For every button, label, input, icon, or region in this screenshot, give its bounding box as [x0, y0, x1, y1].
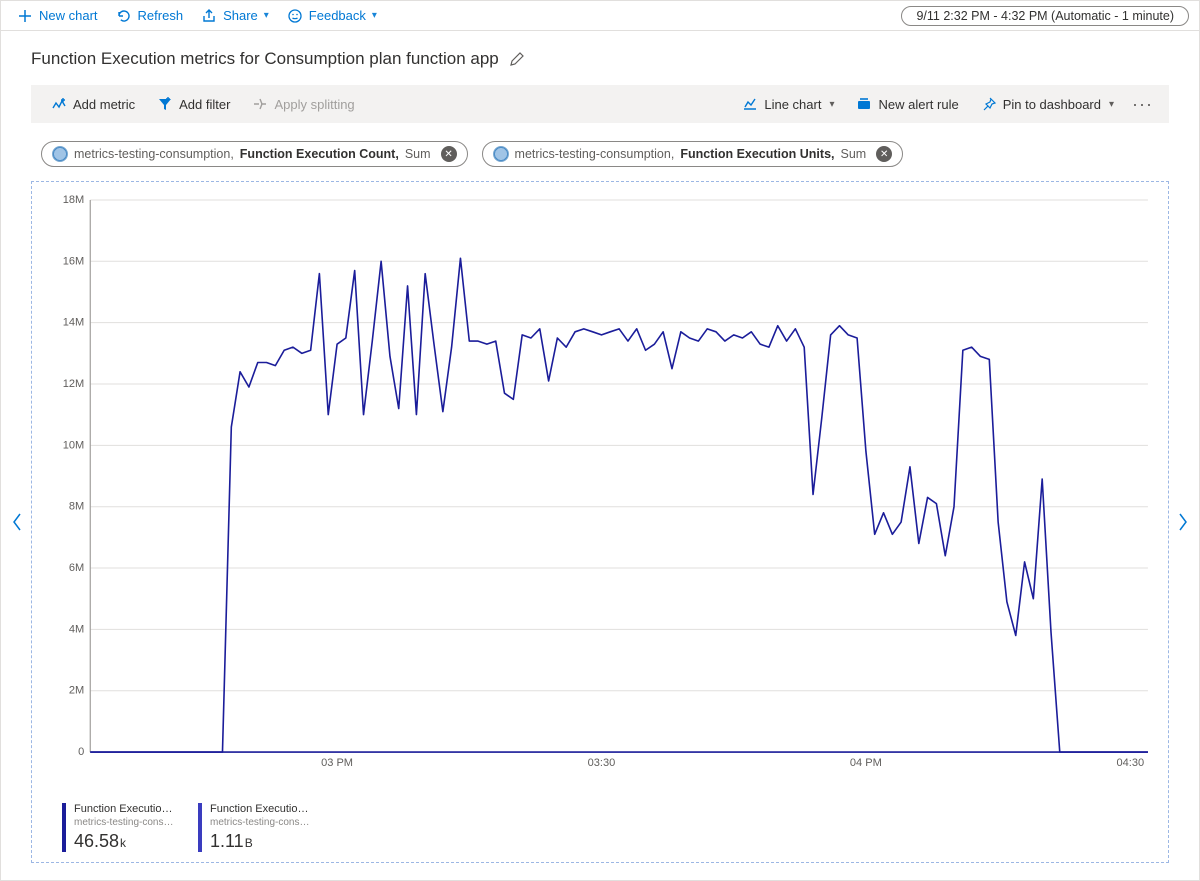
feedback-label: Feedback: [309, 8, 366, 23]
time-range-picker[interactable]: 9/11 2:32 PM - 4:32 PM (Automatic - 1 mi…: [901, 6, 1189, 26]
svg-text:18M: 18M: [63, 194, 85, 206]
plus-icon: [17, 8, 33, 24]
line-chart-icon: [742, 96, 758, 112]
legend-title: Function Execution U…: [210, 803, 314, 817]
feedback-button[interactable]: Feedback ▾: [281, 6, 383, 26]
apply-splitting-label: Apply splitting: [274, 97, 354, 112]
chart-nav-right[interactable]: [1176, 510, 1190, 534]
pencil-icon[interactable]: [509, 51, 525, 67]
chart-type-label: Line chart: [764, 97, 821, 112]
resource-icon: [52, 146, 68, 162]
time-range-label: 9/11 2:32 PM - 4:32 PM (Automatic - 1 mi…: [916, 9, 1174, 23]
pin-to-dashboard-label: Pin to dashboard: [1003, 97, 1101, 112]
legend-color-swatch: [62, 803, 66, 852]
new-chart-button[interactable]: New chart: [11, 6, 104, 26]
svg-text:04 PM: 04 PM: [850, 757, 882, 769]
metric-pill-agg: Sum: [841, 147, 867, 161]
chart-toolbar: Add metric Add filter Apply splitting Li…: [31, 85, 1169, 123]
refresh-button[interactable]: Refresh: [110, 6, 190, 26]
metric-pill-resource: metrics-testing-consumption,: [515, 147, 675, 161]
refresh-icon: [116, 8, 132, 24]
remove-pill-icon[interactable]: ✕: [876, 146, 892, 162]
chart-area[interactable]: 0 2M 4M 6M 8M 10M 12M 14M 16M 18M 03 PM 03:30 04 PM 0…: [31, 181, 1169, 863]
top-toolbar: New chart Refresh Share ▾ Feedback ▾ 9/1…: [1, 1, 1199, 31]
plot-area: 0 2M 4M 6M 8M 10M 12M 14M 16M 18M 03 PM 03:30 04 PM 0…: [42, 190, 1158, 772]
svg-text:4M: 4M: [69, 623, 84, 635]
metric-pill-metric: Function Execution Units,: [680, 147, 834, 161]
metric-pill[interactable]: metrics-testing-consumption, Function Ex…: [41, 141, 468, 167]
svg-text:0: 0: [78, 746, 84, 758]
filter-icon: [157, 96, 173, 112]
svg-text:8M: 8M: [69, 501, 84, 513]
legend-color-swatch: [198, 803, 202, 852]
svg-text:14M: 14M: [63, 317, 85, 329]
legend-value: 46.58k: [74, 830, 178, 853]
add-metric-label: Add metric: [73, 97, 135, 112]
new-chart-label: New chart: [39, 8, 98, 23]
share-icon: [201, 8, 217, 24]
new-alert-rule-button[interactable]: New alert rule: [848, 92, 966, 116]
metric-pill-agg: Sum: [405, 147, 431, 161]
refresh-label: Refresh: [138, 8, 184, 23]
alert-icon: [856, 96, 872, 112]
svg-text:10M: 10M: [63, 439, 85, 451]
new-alert-rule-label: New alert rule: [878, 97, 958, 112]
add-metric-icon: [51, 96, 67, 112]
chevron-down-icon: ▾: [1109, 99, 1114, 110]
remove-pill-icon[interactable]: ✕: [441, 146, 457, 162]
smiley-icon: [287, 8, 303, 24]
chart-type-button[interactable]: Line chart ▾: [734, 92, 842, 116]
page-title: Function Execution metrics for Consumpti…: [31, 49, 499, 69]
legend-subtitle: metrics-testing-cons…: [210, 817, 314, 830]
split-icon: [252, 96, 268, 112]
svg-text:04:30: 04:30: [1116, 757, 1144, 769]
metric-pill-row: metrics-testing-consumption, Function Ex…: [1, 123, 1199, 167]
legend-title: Function Execution C…: [74, 803, 178, 817]
apply-splitting-button: Apply splitting: [244, 92, 362, 116]
legend-item[interactable]: Function Execution U… metrics-testing-co…: [198, 803, 316, 852]
legend-subtitle: metrics-testing-cons…: [74, 817, 178, 830]
chevron-down-icon: ▾: [829, 99, 834, 110]
more-actions-button[interactable]: ···: [1128, 94, 1157, 115]
chevron-left-icon: [11, 512, 23, 532]
chart-nav-left[interactable]: [10, 510, 24, 534]
pin-to-dashboard-button[interactable]: Pin to dashboard ▾: [973, 92, 1122, 116]
metric-pill-metric: Function Execution Count,: [240, 147, 399, 161]
legend-value: 1.11B: [210, 830, 314, 853]
svg-text:12M: 12M: [63, 378, 85, 390]
add-metric-button[interactable]: Add metric: [43, 92, 143, 116]
chevron-down-icon: ▾: [372, 10, 377, 21]
svg-text:16M: 16M: [63, 255, 85, 267]
add-filter-label: Add filter: [179, 97, 230, 112]
chevron-right-icon: [1177, 512, 1189, 532]
share-button[interactable]: Share ▾: [195, 6, 275, 26]
legend-item[interactable]: Function Execution C… metrics-testing-co…: [62, 803, 180, 852]
metric-pill[interactable]: metrics-testing-consumption, Function Ex…: [482, 141, 904, 167]
svg-text:2M: 2M: [69, 685, 84, 697]
metric-pill-resource: metrics-testing-consumption,: [74, 147, 234, 161]
svg-text:03 PM: 03 PM: [321, 757, 353, 769]
chevron-down-icon: ▾: [264, 10, 269, 21]
pin-icon: [981, 96, 997, 112]
svg-text:03:30: 03:30: [588, 757, 616, 769]
share-label: Share: [223, 8, 258, 23]
add-filter-button[interactable]: Add filter: [149, 92, 238, 116]
resource-icon: [493, 146, 509, 162]
chart-legend: Function Execution C… metrics-testing-co…: [62, 803, 316, 852]
svg-text:6M: 6M: [69, 562, 84, 574]
